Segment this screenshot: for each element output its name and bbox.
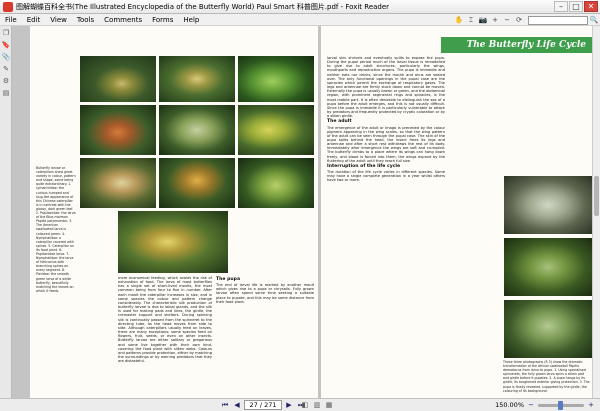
previous-page-icon[interactable]: ◀ (232, 400, 242, 410)
photo-caterpillar-5 (159, 105, 235, 155)
menu-tools[interactable]: Tools (72, 14, 99, 26)
document-workspace: ❐ 🔖 📎 ✎ ⚙ ▤ Butterfly larvae or caterpil… (0, 26, 600, 398)
left-body-paragraph: more economical feeding, which avoids th… (118, 276, 212, 364)
page-view[interactable]: Butterfly larvae or caterpillars show gr… (14, 26, 592, 398)
right-page-column-1: larval skin shrivels and eventually spli… (327, 56, 445, 394)
window-title: 图解蝴蝶百科全书(The Illustrated Encyclopedia of… (16, 2, 390, 11)
photo-caterpillar-8 (159, 158, 235, 208)
scrollbar-thumb[interactable] (594, 176, 599, 216)
window-controls: – □ ✕ (554, 1, 598, 12)
photo-caterpillar-7 (80, 158, 156, 208)
foxit-app-icon (3, 1, 13, 12)
find-icon[interactable]: 🔍 (589, 15, 599, 25)
hand-icon[interactable]: ✋ (454, 15, 464, 25)
interruption-heading: Interruption of the life cycle (327, 163, 401, 169)
zoom-level[interactable]: 150.00% (494, 401, 524, 409)
menu-forms[interactable]: Forms (147, 14, 178, 26)
status-bar: ⏮ ◀ 27 / 271 ▶ ⏭ ◧ ▥ ▦ 150.00% − + (0, 398, 600, 411)
search-input[interactable] (528, 15, 588, 25)
menu-help[interactable]: Help (178, 14, 204, 26)
zoom-controls: 150.00% − + (494, 400, 596, 410)
adult-heading: The adult (327, 119, 352, 125)
menu-comments[interactable]: Comments (99, 14, 147, 26)
photo-pupa-revealed (504, 300, 592, 358)
pupa-heading: The pupa (216, 277, 241, 282)
pages-panel-icon[interactable]: ❐ (1, 28, 11, 38)
chapter-banner: The Butterfly Life Cycle (441, 37, 592, 53)
menu-view[interactable]: View (45, 14, 72, 26)
photo-pupa-forming (504, 238, 592, 296)
attachments-icon[interactable]: 📎 (1, 52, 11, 62)
maximize-button[interactable]: □ (569, 1, 583, 12)
pupa-paragraph: The end of larval life is marked by anot… (216, 283, 314, 304)
interruption-paragraph: The duration of the life cycle varies in… (327, 170, 445, 183)
navigation-sidebar: ❐ 🔖 📎 ✎ ⚙ ▤ (0, 26, 12, 398)
photo-caterpillar-2 (159, 56, 235, 102)
comments-icon[interactable]: ✎ (1, 64, 11, 74)
facing-pages-icon[interactable]: ▥ (312, 400, 322, 410)
menu-edit[interactable]: Edit (22, 14, 46, 26)
photo-caterpillar-4 (80, 105, 156, 155)
photo-caterpillar-9 (238, 158, 314, 208)
zoom-out-button[interactable]: − (526, 400, 536, 410)
first-page-icon[interactable]: ⏮ (220, 400, 230, 410)
photo-caterpillar-3 (238, 56, 314, 102)
left-page-body: more economical feeding, which avoids th… (118, 276, 212, 392)
snapshot-icon[interactable]: 📷 (478, 15, 488, 25)
vertical-scrollbar[interactable] (592, 26, 600, 398)
photo-larva-on-branch (504, 176, 592, 234)
bookmarks-icon[interactable]: 🔖 (1, 40, 11, 50)
zoom-in-button[interactable]: + (586, 400, 596, 410)
page-layout-buttons: ◧ ▥ ▦ (300, 400, 334, 410)
left-page-body-2: The pupa The end of larval life is marke… (216, 276, 314, 392)
select-icon[interactable]: ⌶ (466, 15, 476, 25)
page-navigation: ⏮ ◀ 27 / 271 ▶ ⏭ (220, 400, 306, 410)
pupa-continued-paragraph: larval skin shrivels and eventually spli… (327, 56, 445, 119)
adult-paragraph: The emergence of the adult or imago is p… (327, 125, 445, 163)
rotate-icon[interactable]: ⟳ (514, 15, 524, 25)
left-page-caption: Butterfly larvae or caterpillars show gr… (36, 166, 76, 293)
zoom-slider-knob[interactable] (558, 400, 563, 410)
menu-file[interactable]: File (0, 14, 22, 26)
left-page: Butterfly larvae or caterpillars show gr… (30, 26, 318, 398)
minimize-button[interactable]: – (554, 1, 568, 12)
single-page-icon[interactable]: ◧ (300, 400, 310, 410)
zoom-out-icon[interactable]: − (502, 15, 512, 25)
chapter-title: The Butterfly Life Cycle (466, 40, 586, 50)
layers-icon[interactable]: ▤ (1, 88, 11, 98)
photo-caterpillar-6 (238, 105, 314, 155)
right-page-caption: These three photographs (R 3) show the d… (503, 360, 590, 393)
settings-icon[interactable]: ⚙ (1, 76, 11, 86)
zoom-in-icon[interactable]: + (490, 15, 500, 25)
photo-caterpillar-1 (80, 56, 156, 102)
page-number-field[interactable]: 27 / 271 (244, 400, 282, 410)
zoom-slider[interactable] (538, 400, 584, 410)
toolbar-row: ✋ ⌶ 📷 + − ⟳ 🔍 (453, 14, 600, 26)
continuous-pages-icon[interactable]: ▦ (324, 400, 334, 410)
close-button[interactable]: ✕ (584, 1, 598, 12)
right-page: The Butterfly Life Cycle larval skin shr… (321, 26, 592, 398)
next-page-icon[interactable]: ▶ (284, 400, 294, 410)
photo-caterpillar-10 (118, 211, 228, 273)
title-bar: 图解蝴蝶百科全书(The Illustrated Encyclopedia of… (0, 0, 600, 14)
